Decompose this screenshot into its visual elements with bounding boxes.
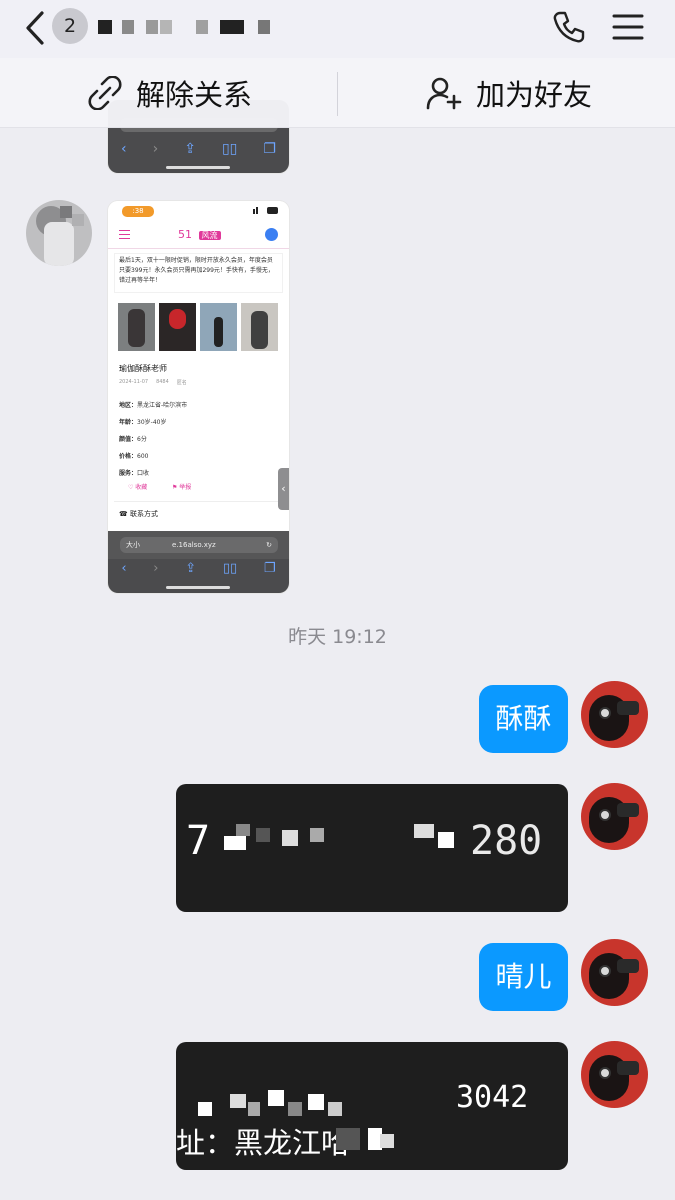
- unlink-label: 解除关系: [136, 78, 253, 112]
- field-label: 价格：: [119, 453, 138, 460]
- meta-views: 8484: [156, 379, 169, 385]
- tabs-icon: ❐: [263, 141, 276, 157]
- field-value: 30岁-40岁: [137, 419, 167, 426]
- site-header: 51 风流: [108, 221, 289, 249]
- back-icon[interactable]: ‹: [121, 561, 126, 581]
- field-label: 颜值：: [119, 436, 138, 443]
- signal-battery-icon: [253, 207, 279, 214]
- photo-thumb[interactable]: [241, 303, 278, 351]
- redacted-image-message[interactable]: 7 280: [176, 784, 568, 912]
- card-text-end: 280: [470, 818, 543, 864]
- field-row: 年龄：30岁-40岁: [119, 414, 187, 431]
- field-row: 颜值：6分: [119, 431, 187, 448]
- photo-thumb[interactable]: [200, 303, 237, 351]
- field-label: 年龄：: [119, 419, 138, 426]
- unread-count-badge[interactable]: 2: [52, 8, 88, 44]
- field-value: 黑龙江省-哈尔滨市: [137, 402, 188, 409]
- browser-url-bar: 大小 e.16also.xyz ↻: [108, 531, 289, 559]
- profile-title: 瑜伽酥酥老师: [119, 364, 167, 373]
- logo-tag: 风流: [198, 231, 221, 240]
- tabs-icon[interactable]: ❐: [264, 561, 276, 581]
- site-menu-icon[interactable]: [119, 230, 130, 239]
- card-text-end: 3042: [456, 1080, 529, 1115]
- field-row: 地区：黑龙江省-哈尔滨市: [119, 397, 187, 414]
- add-user-icon: [426, 77, 462, 110]
- browser-nav-bar: ‹ › ⇪ ▯▯ ❐: [108, 559, 289, 593]
- book-icon: ▯▯: [221, 141, 238, 157]
- field-label: 服务：: [119, 470, 138, 477]
- meta-user: 匿名: [176, 380, 187, 386]
- text-message-bubble[interactable]: 酥酥: [479, 685, 568, 753]
- photo-thumb[interactable]: [118, 303, 155, 351]
- contact-label: 联系方式: [129, 510, 158, 518]
- chat-header: 2: [0, 0, 675, 58]
- photo-row: [118, 303, 279, 353]
- favorite-button[interactable]: ♡ 收藏: [128, 482, 147, 491]
- sender-avatar[interactable]: [26, 200, 92, 266]
- reload-icon[interactable]: ↻: [266, 537, 272, 553]
- contact-section: ☎ 联系方式: [119, 510, 158, 518]
- image-message-2[interactable]: :38 51 风流 最后1天，双十一限时促销，限时开放永久会员，年度会员只要39…: [108, 201, 289, 593]
- url-text[interactable]: e.16also.xyz: [172, 537, 216, 553]
- share-icon[interactable]: ⇪: [185, 561, 196, 581]
- profile-fields: 地区：黑龙江省-哈尔滨市 年龄：30岁-40岁 颜值：6分 价格：600 服务：…: [119, 397, 187, 482]
- chevron-left-icon[interactable]: [22, 10, 50, 46]
- meta-date: 2024-11-07: [119, 379, 149, 385]
- report-label: 举报: [179, 484, 192, 491]
- self-avatar[interactable]: [581, 681, 648, 748]
- card-address-text: 址：黑龙江哈: [176, 1126, 351, 1160]
- self-avatar[interactable]: [581, 939, 648, 1006]
- profile-meta: 2024-11-07 8484 匿名: [119, 379, 187, 386]
- mosaic-block: [224, 836, 246, 850]
- field-row: 服务：口收: [119, 465, 187, 482]
- add-friend-button[interactable]: 加为好友: [426, 58, 592, 128]
- back-icon: ‹: [121, 141, 127, 157]
- report-button[interactable]: ⚑ 举报: [172, 482, 191, 491]
- self-avatar[interactable]: [581, 783, 648, 850]
- site-logo[interactable]: 51 风流: [178, 228, 221, 241]
- photo-thumb[interactable]: [159, 303, 196, 351]
- text-message-bubble[interactable]: 晴儿: [479, 943, 568, 1011]
- contact-name-redacted: [98, 20, 278, 38]
- status-time: :38: [122, 206, 154, 217]
- relationship-action-bar: 解除关系 加为好友: [0, 58, 675, 128]
- unlink-button[interactable]: 解除关系: [88, 58, 252, 128]
- redacted-image-message[interactable]: 3042 址：黑龙江哈: [176, 1042, 568, 1170]
- message-timestamp: 昨天 19:12: [288, 626, 387, 648]
- favorite-label: 收藏: [135, 484, 148, 491]
- field-row: 价格：600: [119, 448, 187, 465]
- add-friend-label: 加为好友: [476, 78, 593, 112]
- forward-icon: ›: [152, 141, 159, 157]
- book-icon[interactable]: ▯▯: [223, 561, 237, 581]
- home-indicator: [166, 586, 230, 589]
- logo-number: 51: [178, 228, 192, 241]
- field-label: 地区：: [119, 402, 138, 409]
- text-size-label[interactable]: 大小: [126, 537, 140, 553]
- phone-icon[interactable]: [552, 10, 586, 44]
- menu-icon[interactable]: [612, 12, 644, 42]
- field-value: 6分: [137, 436, 147, 443]
- field-value: 600: [137, 453, 149, 460]
- self-avatar[interactable]: [581, 1041, 648, 1108]
- site-user-icon[interactable]: [265, 228, 278, 241]
- browser-nav-bar: ‹ › ⇪ ▯▯ ❐: [108, 136, 289, 162]
- card-text-start: 7: [186, 818, 211, 864]
- action-divider: [337, 72, 338, 116]
- side-collapse-handle[interactable]: ‹: [278, 468, 289, 510]
- unlink-icon: [88, 76, 122, 110]
- field-value: 口收: [137, 470, 150, 477]
- status-bar: :38: [108, 201, 289, 221]
- forward-icon[interactable]: ›: [153, 561, 158, 581]
- share-icon: ⇪: [184, 141, 196, 157]
- promo-notice: 最后1天，双十一限时促销，限时开放永久会员，年度会员只要399元！永久会员只需再…: [114, 253, 283, 293]
